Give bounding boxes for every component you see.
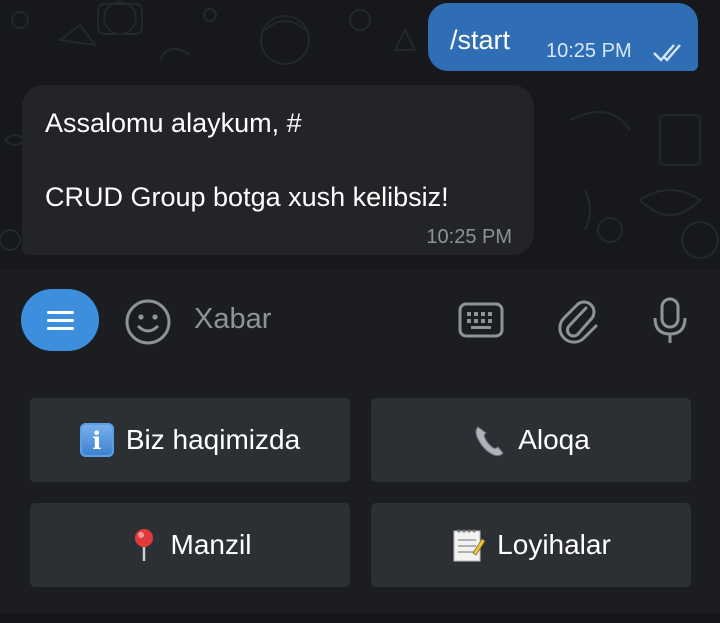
microphone-icon[interactable] — [650, 296, 690, 346]
button-label: Manzil — [170, 529, 252, 560]
message-time: 10:25 PM — [546, 40, 632, 62]
message-greeting: Assalomu alaykum, # — [45, 108, 302, 138]
emoji-icon[interactable] — [124, 298, 172, 346]
information-icon: i — [79, 423, 114, 457]
button-label: Loyihalar — [497, 529, 611, 560]
chat-area: /start 10:25 PM Assalomu alaykum, # CRUD… — [0, 0, 720, 270]
message-text: /start — [450, 25, 511, 55]
attach-icon[interactable] — [556, 296, 600, 346]
telephone-icon — [472, 423, 506, 457]
incoming-message[interactable]: Assalomu alaykum, # CRUD Group botga xus… — [22, 85, 534, 255]
manzil-button[interactable]: Manzil — [30, 503, 350, 587]
biz-haqimizda-button[interactable]: i Biz haqimizda — [30, 398, 350, 482]
message-welcome: CRUD Group botga xush kelibsiz! — [45, 182, 449, 212]
read-checkmarks-icon — [653, 44, 681, 62]
button-label: Biz haqimizda — [125, 424, 301, 455]
menu-button[interactable] — [21, 289, 99, 351]
round-pushpin-icon — [129, 527, 159, 563]
menu-icon — [47, 311, 74, 314]
memo-icon — [451, 527, 486, 563]
outgoing-message[interactable]: /start 10:25 PM — [428, 3, 698, 71]
message-composer: Xabar — [0, 270, 720, 372]
button-label: Aloqa — [518, 424, 590, 455]
bottom-edge — [0, 613, 720, 623]
message-time: 10:25 PM — [426, 226, 512, 248]
reply-keyboard: i Biz haqimizda Aloqa Manzil Loyihalar — [0, 372, 720, 623]
menu-icon-bar — [47, 319, 74, 322]
menu-icon-bar — [47, 327, 74, 330]
keyboard-icon[interactable] — [458, 302, 504, 338]
message-input[interactable]: Xabar — [194, 303, 271, 336]
aloqa-button[interactable]: Aloqa — [371, 398, 691, 482]
loyihalar-button[interactable]: Loyihalar — [371, 503, 691, 587]
